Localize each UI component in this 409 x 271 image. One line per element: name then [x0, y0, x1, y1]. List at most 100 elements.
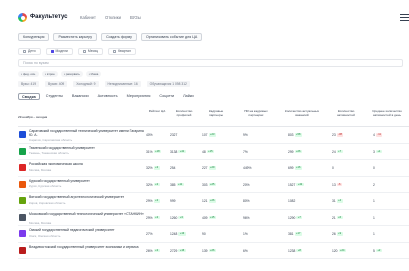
- cell-value: 29%: [146, 215, 153, 220]
- cell-value: 24: [332, 149, 336, 154]
- column-header[interactable]: Количество актуальных вакансий: [284, 109, 320, 117]
- university-logo-icon: [19, 213, 26, 221]
- table-cell: 299 +26: [288, 150, 302, 154]
- date-range-header[interactable]: 29 ноября – сегодня: [18, 115, 47, 120]
- cell-value: 2729: [170, 248, 178, 253]
- table-row[interactable]: Саратовский государственный технический …: [18, 127, 409, 144]
- table-body: Саратовский государственный технический …: [18, 127, 409, 259]
- cell-value: 3: [373, 149, 375, 154]
- change-badge: +41: [178, 149, 186, 154]
- table-cell: 0: [332, 166, 334, 170]
- university-name[interactable]: Российская экономическая школа: [29, 162, 144, 167]
- university-name[interactable]: Курский государственный университет: [29, 179, 144, 184]
- change-badge: +3: [153, 199, 160, 203]
- checkbox-icon[interactable]: [23, 50, 26, 53]
- column-header[interactable]: Количество профилей: [170, 109, 198, 117]
- filter-children[interactable]: Дети: [18, 48, 41, 55]
- table-row[interactable]: Российская экономическая школа Москва, Мо…: [18, 160, 409, 177]
- hamburger-menu-icon[interactable]: [400, 14, 409, 21]
- cell-value: 1: [373, 232, 375, 236]
- table-row[interactable]: Тюменский государственный университет Тюм…: [18, 144, 409, 160]
- tab-students[interactable]: Студенты: [43, 93, 66, 100]
- university-name[interactable]: Саратовский государственный технический …: [29, 129, 144, 138]
- university-logo-icon: [19, 246, 26, 254]
- app-header: Факультетус Кабинет Отклики ВУЗы: [0, 0, 409, 30]
- change-badge: +25: [208, 182, 216, 187]
- cell-value: 26: [332, 232, 336, 236]
- university-logo-icon: [19, 180, 26, 188]
- tab-social[interactable]: Соцсети: [156, 93, 177, 100]
- checkbox-checked-icon[interactable]: [50, 50, 54, 53]
- cell-value: 31: [332, 199, 336, 203]
- table-cell: 32% +3: [146, 166, 160, 170]
- table-row[interactable]: Московский государственный технологическ…: [18, 210, 409, 226]
- change-badge: +42: [296, 182, 304, 187]
- chip[interactable]: • втрое: [42, 71, 58, 77]
- change-badge: +3: [153, 248, 160, 253]
- column-header[interactable]: Среднее количество активностей в день: [366, 109, 408, 117]
- column-header[interactable]: HR на кадровых партнерах: [238, 109, 274, 117]
- tab-events[interactable]: Мероприятия: [124, 93, 154, 100]
- table-cell: 3138 +41: [170, 150, 186, 154]
- tab-likes[interactable]: Лайки: [180, 93, 197, 100]
- chip[interactable]: • Ишка: [85, 71, 102, 77]
- table-cell: 31 +4: [332, 199, 343, 203]
- table-cell: 303 +25: [202, 183, 216, 187]
- university-name[interactable]: Омский государственный педагогический ун…: [29, 228, 144, 233]
- nav-responses[interactable]: Отклики: [105, 15, 121, 20]
- table-header: 29 ноября – сегодня Рейтинг ЦА Количеств…: [18, 106, 409, 127]
- app-logo-icon[interactable]: [18, 13, 27, 22]
- checkbox-icon[interactable]: [113, 50, 117, 53]
- post-career-button[interactable]: Разместить карьеру: [53, 33, 98, 41]
- cell-value: 699: [288, 166, 294, 170]
- table-cell: 27%: [146, 232, 153, 236]
- cell-value: 254: [170, 166, 176, 170]
- organize-event-button[interactable]: Организовать событие для ЦА: [140, 33, 203, 41]
- table-cell: 2729 +16: [170, 249, 186, 253]
- table-row[interactable]: Вятский государственный агротехнологичес…: [18, 193, 409, 210]
- university-city: Омск, Омская область: [29, 233, 61, 238]
- brand-name[interactable]: Факультетус: [30, 14, 68, 20]
- stat-item: Вузов: 409: [45, 81, 68, 87]
- university-name[interactable]: Московский государственный технологическ…: [29, 212, 144, 217]
- filter-quarter[interactable]: Квартал: [108, 48, 136, 55]
- filter-month[interactable]: Месяц: [77, 48, 104, 55]
- cell-value: 26%: [146, 248, 153, 253]
- chip[interactable]: • разорвать: [60, 71, 83, 77]
- cell-value: 107: [202, 133, 208, 137]
- table-cell: 107 +23: [202, 133, 216, 137]
- tag-chips: • фед. осн. • втрое • разорвать • Ишка: [18, 71, 102, 77]
- university-name[interactable]: Вятский государственный агротехнологичес…: [29, 195, 144, 200]
- cell-value: 96%: [243, 215, 250, 220]
- change-badge: +16: [294, 166, 302, 170]
- tab-activity[interactable]: Активность: [95, 93, 121, 100]
- competition-button[interactable]: Конкуренция: [18, 33, 50, 41]
- chip[interactable]: • фед. осн.: [18, 71, 40, 77]
- cell-value: 21: [332, 215, 336, 220]
- university-logo-icon: [19, 131, 26, 138]
- create-form-button[interactable]: Создать форму: [101, 33, 137, 41]
- nav-universities[interactable]: ВУЗы: [130, 15, 141, 20]
- table-cell: 2: [373, 183, 375, 187]
- table-cell: 29% +3: [146, 216, 160, 220]
- table-row[interactable]: Омский государственный педагогический ун…: [18, 226, 409, 243]
- filter-models[interactable]: Модели: [45, 48, 73, 55]
- tab-summary[interactable]: Сводка: [18, 93, 40, 100]
- tab-vacancies[interactable]: Вакансии: [69, 93, 92, 100]
- checkbox-icon[interactable]: [82, 50, 86, 53]
- university-name[interactable]: Тюменский государственный университет: [29, 146, 144, 151]
- table-row[interactable]: Владивостокский государственный универси…: [18, 243, 409, 259]
- university-name[interactable]: Владивостокский государственный универси…: [29, 245, 144, 250]
- table-row[interactable]: Курский государственный университет Курск…: [18, 177, 409, 193]
- column-header[interactable]: Рейтинг ЦА: [146, 109, 168, 114]
- cell-value: 31%: [146, 149, 153, 154]
- table-cell: 699 +16: [288, 166, 302, 170]
- column-header[interactable]: Кадровые партнеры: [202, 109, 230, 117]
- column-header[interactable]: Количество активностей: [330, 109, 362, 117]
- cell-value: 27%: [146, 232, 153, 236]
- nav-cabinet[interactable]: Кабинет: [80, 15, 96, 20]
- table-cell: 409 +15: [202, 216, 216, 220]
- stat-item: Холодный: 9: [73, 81, 99, 87]
- search-input[interactable]: Поиск по вузам: [18, 59, 403, 67]
- cell-value: 2: [373, 182, 375, 187]
